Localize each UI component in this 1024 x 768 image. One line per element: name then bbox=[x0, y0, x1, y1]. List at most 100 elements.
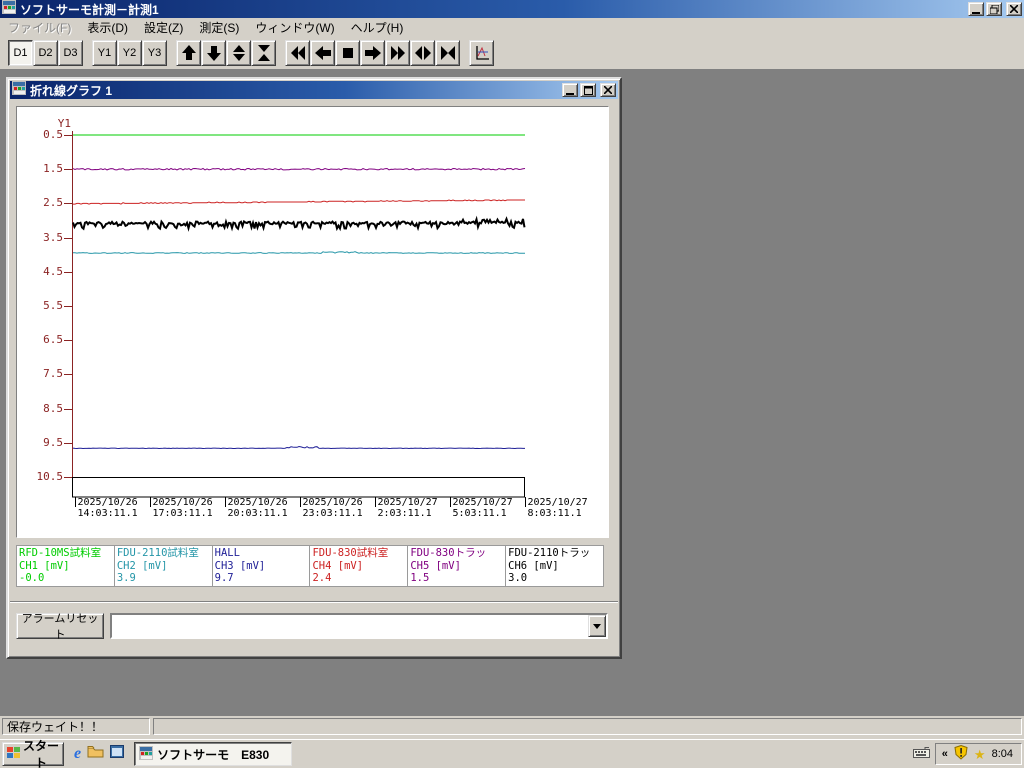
window-icon[interactable] bbox=[110, 745, 125, 763]
legend-channel-value: 2.4 bbox=[312, 572, 332, 584]
graph-window: 折れ線グラフ 1 Y1 0.5 1.5 2.5 3.5 4.5 5.5 6.5 7.5 8.5 9.… bbox=[6, 77, 622, 659]
graph-minimize-button[interactable] bbox=[562, 83, 578, 97]
arrow-down-icon bbox=[205, 44, 223, 62]
y-button-y3[interactable]: Y3 bbox=[142, 40, 167, 66]
arrow-up-button[interactable] bbox=[176, 40, 201, 66]
legend-channel-name: FDU-2110試料室 bbox=[116, 547, 199, 559]
series-ch5-line bbox=[72, 167, 526, 171]
graph-close-button[interactable] bbox=[600, 83, 616, 97]
rewind-button[interactable] bbox=[285, 40, 310, 66]
x-axis-label: 2025/10/27 2:03:11.1 bbox=[377, 497, 438, 519]
ie-icon[interactable]: e bbox=[74, 745, 81, 763]
toolbar: D1 D2 D3 Y1 Y2 Y3 bbox=[0, 37, 1024, 69]
legend-channel-name: FDU-830トラッ bbox=[410, 547, 487, 559]
legend-channel-label: CH1 [mV] bbox=[19, 559, 70, 572]
x-axis-label: 2025/10/26 17:03:11.1 bbox=[152, 497, 213, 519]
legend-channel-value: 3.0 bbox=[508, 572, 528, 584]
status-bar: 保存ウェイト！！ bbox=[0, 716, 1024, 736]
collapse-horizontal-button[interactable] bbox=[435, 40, 460, 66]
rewind-icon bbox=[289, 44, 307, 62]
d-button-d1[interactable]: D1 bbox=[8, 40, 33, 66]
y-axis-label: 0.5 bbox=[43, 128, 63, 141]
legend-cell-ch6: FDU-2110トラッ CH6 [mV] 3.0 bbox=[506, 546, 603, 586]
series-ch2-line bbox=[72, 251, 525, 254]
d-button-d3[interactable]: D3 bbox=[58, 40, 83, 66]
graph-maximize-button[interactable] bbox=[580, 83, 596, 97]
y-axis-label: 5.5 bbox=[43, 299, 63, 312]
x-axis-label: 2025/10/26 20:03:11.1 bbox=[227, 497, 288, 519]
main-titlebar[interactable]: ソフトサーモ計測－計測1 bbox=[0, 0, 1024, 18]
graph-window-titlebar[interactable]: 折れ線グラフ 1 bbox=[10, 80, 618, 99]
menu-item-help[interactable]: ヘルプ(H) bbox=[343, 17, 412, 38]
combo-dropdown-button[interactable] bbox=[588, 615, 606, 637]
legend-channel-value: 3.9 bbox=[116, 572, 136, 584]
minimize-button[interactable] bbox=[968, 2, 984, 16]
windows-logo-icon bbox=[7, 747, 20, 761]
menu-item-file: ファイル(F) bbox=[8, 20, 72, 35]
y-axis-label: 7.5 bbox=[43, 367, 63, 380]
status-panel-message: 保存ウェイト！！ bbox=[2, 717, 150, 735]
quick-launch: e bbox=[74, 745, 125, 763]
tray-overflow-chevrons[interactable]: « bbox=[942, 748, 948, 760]
stop-icon bbox=[339, 44, 357, 62]
legend-cell-ch5: FDU-830トラッ CH5 [mV] 1.5 bbox=[408, 546, 507, 586]
alarm-reset-button[interactable]: アラームリセット bbox=[16, 613, 104, 641]
stop-button[interactable] bbox=[335, 40, 360, 66]
alarm-combobox[interactable] bbox=[110, 613, 608, 639]
legend-channel-value: 1.5 bbox=[410, 572, 430, 584]
fast-forward-icon bbox=[389, 44, 407, 62]
y-button-y2[interactable]: Y2 bbox=[117, 40, 142, 66]
status-panel-secondary bbox=[153, 717, 1022, 735]
task-app-icon bbox=[139, 745, 154, 763]
chart-button[interactable] bbox=[469, 40, 494, 66]
expand-vertical-button[interactable] bbox=[226, 40, 251, 66]
alarm-bar: アラームリセット bbox=[10, 601, 618, 655]
fast-forward-button[interactable] bbox=[385, 40, 410, 66]
x-axis-label: 2025/10/26 14:03:11.1 bbox=[77, 497, 138, 519]
menu-bar: ファイル(F) 表示(D) 設定(Z) 測定(S) ウィンドウ(W) ヘルプ(H) bbox=[0, 18, 1024, 37]
x-axis-label: 2025/10/26 23:03:11.1 bbox=[302, 497, 363, 519]
menu-item-window[interactable]: ウィンドウ(W) bbox=[247, 17, 342, 38]
y-axis-label: 6.5 bbox=[43, 333, 63, 346]
arrow-left-icon bbox=[314, 44, 332, 62]
menu-item-measure[interactable]: 測定(S) bbox=[191, 17, 247, 38]
alarm-combobox-value bbox=[112, 615, 588, 637]
close-button[interactable] bbox=[1006, 2, 1022, 16]
legend-cell-ch2: FDU-2110試料室 CH2 [mV] 3.9 bbox=[114, 546, 213, 586]
status-message: 保存ウェイト！！ bbox=[7, 719, 104, 734]
system-tray: « ★ 8:04 bbox=[912, 743, 1022, 765]
task-button-softthermo[interactable]: ソフトサーモ E830 bbox=[134, 742, 293, 766]
y-axis-label: 1.5 bbox=[43, 162, 63, 175]
arrow-right-button[interactable] bbox=[360, 40, 385, 66]
arrow-down-button[interactable] bbox=[201, 40, 226, 66]
star-icon[interactable]: ★ bbox=[974, 748, 986, 761]
legend-channel-label: CH6 [mV] bbox=[508, 559, 559, 572]
y-axis-label: 3.5 bbox=[43, 231, 63, 244]
legend-cell-ch3: HALL CH3 [mV] 9.7 bbox=[212, 546, 311, 586]
restore-button[interactable] bbox=[986, 2, 1002, 16]
start-button[interactable]: スタート bbox=[2, 739, 64, 768]
compress-vertical-button[interactable] bbox=[251, 40, 276, 66]
menu-item-settings[interactable]: 設定(Z) bbox=[136, 17, 191, 38]
legend-channel-value: 9.7 bbox=[214, 572, 234, 584]
keyboard-icon[interactable] bbox=[912, 745, 930, 763]
legend-channel-label: CH4 [mV] bbox=[312, 559, 364, 572]
d-button-d2[interactable]: D2 bbox=[33, 40, 58, 66]
y-axis-label: 10.5 bbox=[36, 470, 64, 483]
y-axis-label: 2.5 bbox=[43, 196, 63, 209]
graph-window-title: 折れ線グラフ 1 bbox=[30, 83, 113, 98]
folder-icon[interactable] bbox=[87, 745, 104, 763]
collapse-horizontal-icon bbox=[439, 44, 457, 62]
y-button-y1[interactable]: Y1 bbox=[92, 40, 117, 66]
expand-horizontal-icon bbox=[414, 44, 432, 62]
legend-channel-name: FDU-830試料室 bbox=[312, 547, 389, 559]
arrow-left-button[interactable] bbox=[310, 40, 335, 66]
y-axis-label: 9.5 bbox=[43, 436, 63, 449]
shield-icon[interactable] bbox=[954, 744, 968, 763]
channel-legend: RFD-10MS試料室 CH1 [mV] -0.0 FDU-2110試料室 CH2 [m… bbox=[16, 545, 604, 587]
menu-item-view[interactable]: 表示(D) bbox=[79, 17, 136, 38]
legend-channel-label: CH3 [mV] bbox=[214, 559, 266, 572]
expand-horizontal-button[interactable] bbox=[410, 40, 435, 66]
legend-cell-ch1: RFD-10MS試料室 CH1 [mV] -0.0 bbox=[17, 546, 115, 586]
toolbar-group-d: D1 D2 D3 bbox=[8, 40, 83, 66]
